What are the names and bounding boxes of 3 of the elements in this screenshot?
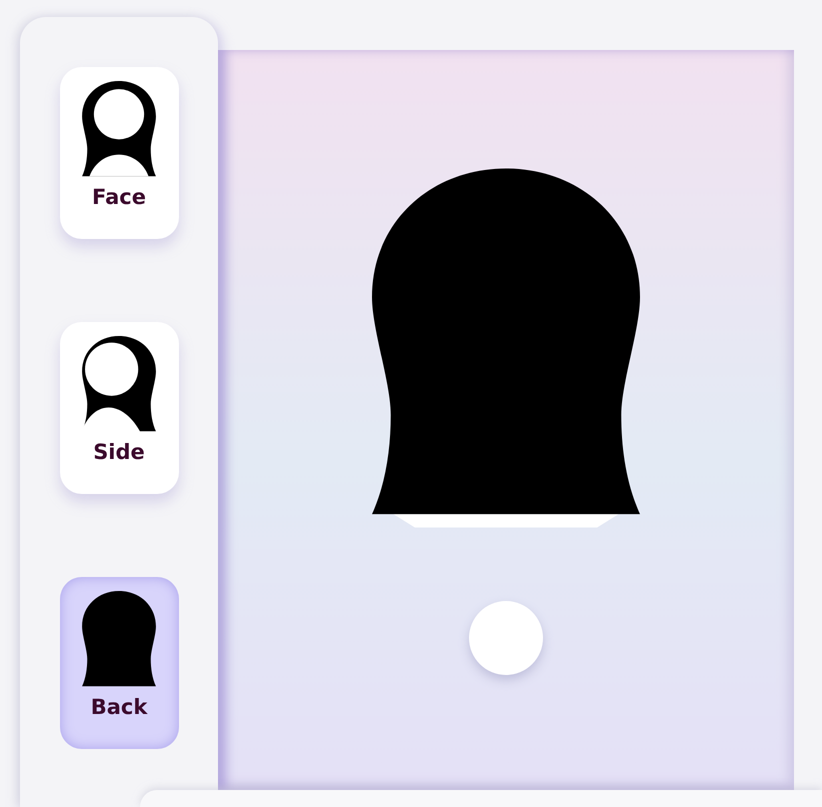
view-button[interactable]: Face <box>60 67 178 239</box>
view-button[interactable]: Back <box>60 577 178 749</box>
view-button[interactable]: Side <box>60 322 178 494</box>
